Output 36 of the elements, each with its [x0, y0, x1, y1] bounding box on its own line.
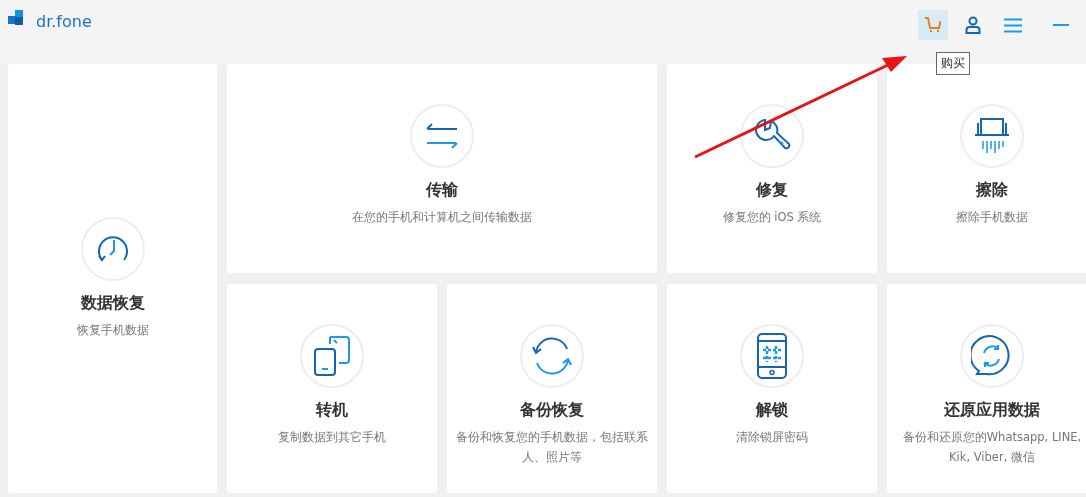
transfer-arrows-icon [426, 123, 458, 149]
chat-sync-icon [971, 335, 1013, 377]
feature-card[interactable]: 传输 在您的手机和计算机之间传输数据 [227, 64, 657, 273]
feature-card[interactable]: 还原应用数据 备份和还原您的Whatsapp, LINE, Kik, Viber, 微信 [887, 284, 1086, 493]
card-description: 备份和还原您的Whatsapp, LINE, Kik, Viber, 微信 [901, 429, 1083, 466]
user-icon [965, 16, 981, 34]
feature-card[interactable]: 解锁 清除锁屏密码 [667, 284, 877, 493]
card-title: 传输 [426, 180, 458, 201]
card-description: 在您的手机和计算机之间传输数据 [352, 209, 532, 226]
cart-button[interactable] [918, 10, 948, 40]
app-logo: dr.fone [36, 11, 92, 31]
feature-card[interactable]: 数据恢复 恢复手机数据 [8, 64, 217, 493]
card-description: 恢复手机数据 [76, 322, 149, 339]
feature-card[interactable]: 备份恢复 备份和恢复您的手机数据，包括联系人、照片等 [447, 284, 657, 493]
sync-icon [531, 337, 573, 375]
two-phones-icon [314, 335, 350, 377]
minimize-icon [1053, 24, 1069, 26]
shredder-icon [974, 117, 1010, 155]
feature-card[interactable]: 修复 修复您的 iOS 系统 [667, 64, 877, 273]
card-title: 解锁 [756, 400, 788, 421]
card-title: 备份恢复 [520, 400, 584, 421]
cart-icon [924, 17, 942, 33]
card-description: 清除锁屏密码 [736, 429, 808, 446]
card-description: 备份和恢复您的手机数据，包括联系人、照片等 [455, 429, 649, 466]
card-title: 修复 [756, 180, 788, 201]
card-title: 还原应用数据 [944, 400, 1040, 421]
card-description: 复制数据到其它手机 [278, 429, 386, 446]
feature-card[interactable]: 转机 复制数据到其它手机 [227, 284, 437, 493]
card-title: 擦除 [976, 180, 1008, 201]
card-description: 修复您的 iOS 系统 [722, 209, 822, 226]
phone-icon [757, 333, 787, 379]
menu-icon [1004, 17, 1022, 33]
card-title: 数据恢复 [80, 293, 145, 314]
card-description: 擦除手机数据 [956, 209, 1028, 226]
tooltip: 购买 [936, 52, 970, 75]
card-title: 转机 [316, 400, 348, 421]
